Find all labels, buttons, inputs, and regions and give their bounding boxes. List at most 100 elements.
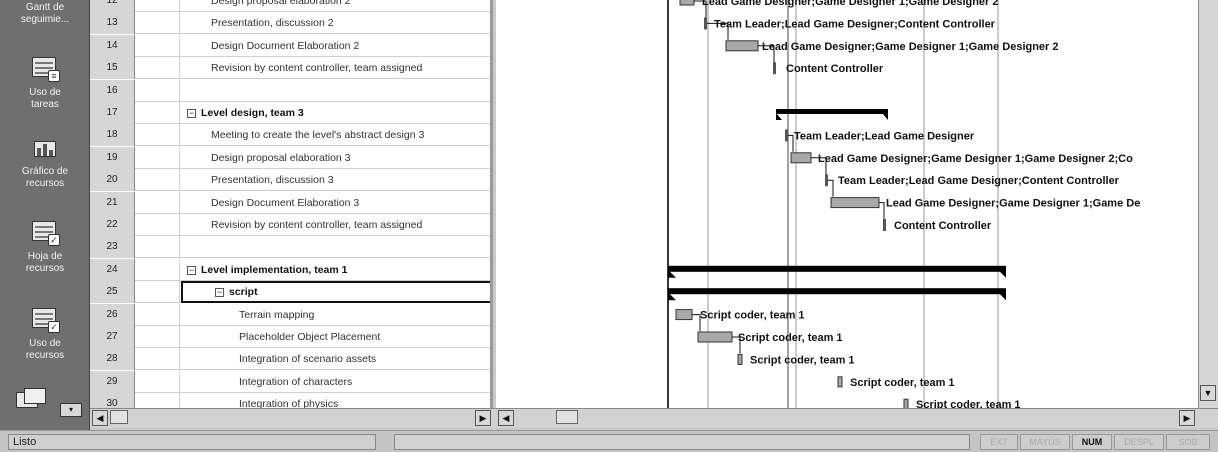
table-row[interactable]: 18 Meeting to create the level's abstract… [90,124,490,147]
task-name-cell[interactable]: − Level implementation, team 1 [181,259,490,281]
table-row[interactable]: 14 Design Document Elaboration 2 [90,34,490,57]
indicator-cell [135,303,180,326]
view-resource-graph[interactable]: Gráfico de recursos [0,133,90,190]
summary-bar [776,109,888,114]
table-row[interactable]: 30 Integration of physics [90,393,490,408]
scroll-down-icon[interactable]: ▼ [1200,385,1216,401]
indicator-cell [135,393,180,408]
table-row[interactable]: 24 − Level implementation, team 1 [90,258,490,281]
task-name-cell[interactable]: Design proposal elaboration 2 [181,0,490,12]
table-row[interactable]: 20 Presentation, discussion 3 [90,169,490,192]
scroll-right-icon[interactable]: ▶ [1179,410,1195,426]
table-row[interactable]: 16 [90,79,490,102]
row-number[interactable]: 29 [90,370,135,393]
table-row[interactable]: 13 Presentation, discussion 2 [90,12,490,35]
resource-label: Script coder, team 1 [916,399,1021,408]
task-name-cell[interactable]: Presentation, discussion 2 [181,12,490,34]
table-row[interactable]: 22 Revision by content controller, team a… [90,214,490,236]
task-name-cell[interactable]: − Level design, team 3 [181,102,490,124]
row-number[interactable]: 25 [90,281,135,304]
vertical-scrollbar[interactable]: ▼ [1198,0,1218,408]
indicator-cell [135,34,180,57]
scroll-right-icon[interactable]: ▶ [475,410,491,426]
more-views-dropdown[interactable]: ▾ [60,403,82,417]
task-name: Design Document Elaboration 3 [211,196,360,209]
scroll-thumb[interactable] [556,410,578,424]
task-name: Terrain mapping [239,308,315,321]
task-name-cell[interactable]: Revision by content controller, team ass… [181,214,490,236]
task-bar [830,197,880,209]
task-name-cell[interactable]: Revision by content controller, team ass… [181,57,490,79]
table-row[interactable]: 29 Integration of characters [90,370,490,393]
row-number[interactable]: 26 [90,303,135,326]
row-number[interactable]: 20 [90,169,135,192]
table-row[interactable]: 23 [90,236,490,259]
indicator-cell [135,169,180,192]
resource-label: Team Leader;Lead Game Designer [794,130,975,142]
view-label: Gantt de seguimie... [20,2,70,25]
row-number[interactable]: 24 [90,258,135,281]
task-name-cell[interactable]: Presentation, discussion 3 [181,169,490,191]
table-row[interactable]: 19 Design proposal elaboration 3 [90,146,490,169]
view-resource-sheet[interactable]: ✓ Hoja de recursos [0,218,90,275]
indicator-cell [135,146,180,169]
row-number[interactable]: 30 [90,393,135,408]
task-name-cell[interactable]: Design Document Elaboration 2 [181,35,490,57]
table-row[interactable]: 28 Integration of scenario assets [90,348,490,371]
summary-bar [668,265,1006,272]
task-name-cell[interactable]: Placeholder Object Placement [181,326,490,348]
row-number[interactable]: 18 [90,124,135,147]
more-views-icon[interactable] [16,388,52,414]
collapse-icon[interactable]: − [187,108,196,118]
resource-usage-icon: ✓ [28,305,62,335]
scroll-thumb[interactable] [110,410,128,424]
table-row[interactable]: 26 Terrain mapping [90,303,490,326]
view-bar: Gantt de seguimie... ≡ Uso de tareas Grá… [0,0,90,430]
table-row[interactable]: 27 Placeholder Object Placement [90,326,490,348]
indicator-cell [135,281,180,304]
task-name: Presentation, discussion 2 [211,17,334,30]
row-number[interactable]: 17 [90,102,135,124]
row-number[interactable]: 19 [90,146,135,169]
row-number[interactable]: 21 [90,191,135,214]
task-name-cell[interactable]: Integration of scenario assets [181,348,490,370]
row-number[interactable]: 14 [90,34,135,57]
resource-label: Content Controller [786,63,884,75]
row-number[interactable]: 16 [90,79,135,102]
scroll-left-icon[interactable]: ◀ [92,410,108,426]
row-number[interactable]: 13 [90,12,135,35]
row-number[interactable]: 28 [90,348,135,371]
view-task-usage[interactable]: ≡ Uso de tareas [0,54,90,111]
task-name-cell[interactable]: − script [181,281,490,304]
indicator-cell [135,0,180,12]
view-tracking-gantt[interactable]: Gantt de seguimie... [0,2,90,26]
gantt-horizontal-scrollbar[interactable]: ◀ ▶ [496,408,1218,428]
table-row[interactable]: 25 − script [90,281,490,304]
row-number[interactable]: 15 [90,57,135,80]
summary-bar-cap [998,292,1006,301]
table-row[interactable]: 21 Design Document Elaboration 3 [90,191,490,214]
row-number[interactable]: 22 [90,214,135,236]
task-name-cell[interactable] [181,236,490,258]
table-horizontal-scrollbar[interactable]: ◀ ▶ [90,408,496,428]
task-name-cell[interactable]: Meeting to create the level's abstract d… [181,124,490,146]
collapse-icon[interactable]: − [215,287,224,297]
collapse-icon[interactable]: − [187,265,196,275]
row-number[interactable]: 27 [90,326,135,348]
task-name-cell[interactable]: Integration of physics [181,393,490,408]
row-number[interactable]: 12 [90,0,135,12]
task-name-cell[interactable]: Design proposal elaboration 3 [181,147,490,169]
indicator-cell [135,348,180,371]
table-row[interactable]: 17 − Level design, team 3 [90,102,490,124]
task-name-cell[interactable]: Integration of characters [181,371,490,393]
scroll-left-icon[interactable]: ◀ [498,410,514,426]
table-row[interactable]: 15 Revision by content controller, team a… [90,57,490,80]
table-row[interactable]: 12 Design proposal elaboration 2 [90,0,490,12]
task-name: Design proposal elaboration 2 [211,0,351,7]
row-number[interactable]: 23 [90,236,135,259]
task-name-cell[interactable]: Terrain mapping [181,304,490,326]
task-name-cell[interactable]: Design Document Elaboration 3 [181,192,490,214]
view-resource-usage[interactable]: ✓ Uso de recursos [0,305,90,362]
summary-bar-cap [882,113,888,120]
task-name-cell[interactable] [181,80,490,102]
